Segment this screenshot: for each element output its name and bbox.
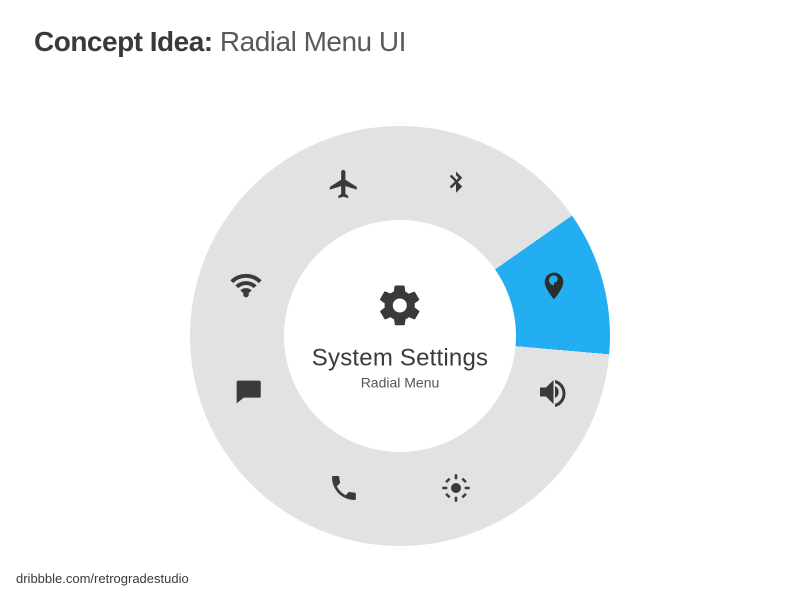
bluetooth-icon xyxy=(441,169,471,199)
title-light: Radial Menu UI xyxy=(213,26,406,57)
chat-icon xyxy=(231,375,265,409)
center-subtitle: Radial Menu xyxy=(312,375,488,391)
menu-item-sound[interactable] xyxy=(528,368,576,416)
menu-item-bluetooth[interactable] xyxy=(432,160,480,208)
title-bold: Concept Idea: xyxy=(34,26,213,57)
location-pin-icon xyxy=(538,270,570,302)
brightness-icon xyxy=(441,473,471,503)
radial-menu: System Settings Radial Menu xyxy=(190,126,610,546)
menu-item-wifi[interactable] xyxy=(222,262,270,310)
wifi-icon xyxy=(229,269,263,303)
menu-item-brightness[interactable] xyxy=(432,464,480,512)
menu-item-phone[interactable] xyxy=(320,464,368,512)
menu-item-messages[interactable] xyxy=(224,368,272,416)
speaker-icon xyxy=(534,374,570,410)
radial-center[interactable]: System Settings Radial Menu xyxy=(312,282,488,391)
airplane-icon xyxy=(327,167,361,201)
menu-item-airplane-mode[interactable] xyxy=(320,160,368,208)
center-title: System Settings xyxy=(312,345,488,373)
credit-text: dribbble.com/retrogradestudio xyxy=(16,571,189,586)
phone-icon xyxy=(328,472,360,504)
menu-item-location[interactable] xyxy=(530,262,578,310)
page-title: Concept Idea: Radial Menu UI xyxy=(34,26,406,58)
canvas: Concept Idea: Radial Menu UI xyxy=(0,0,800,600)
gear-icon xyxy=(312,282,488,335)
